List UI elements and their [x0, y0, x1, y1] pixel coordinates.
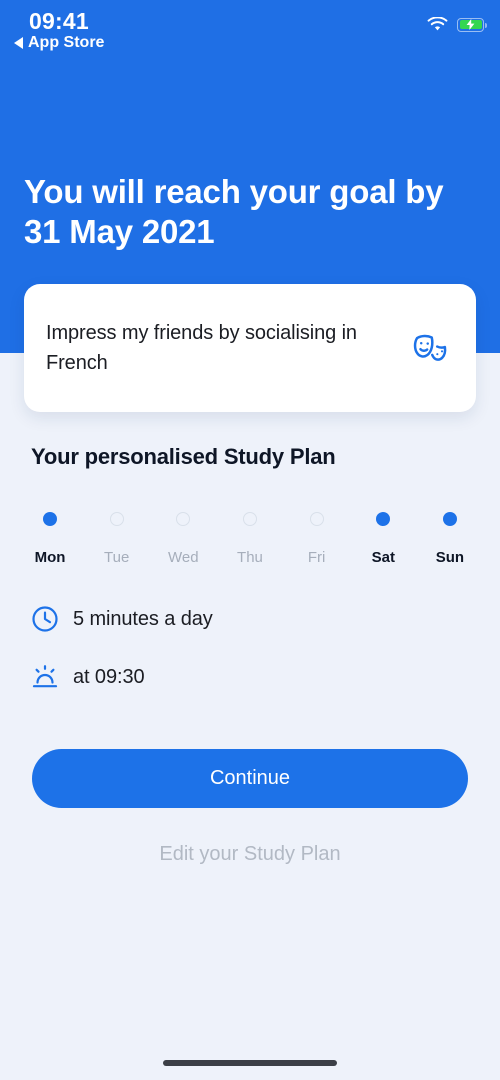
day-dot-filled [43, 512, 57, 526]
status-bar-time: 09:41 [29, 8, 89, 34]
edit-study-plan-link[interactable]: Edit your Study Plan [0, 843, 500, 866]
day-label: Sat [371, 549, 395, 566]
goal-card[interactable]: Impress my friends by socialising in Fre… [24, 284, 476, 412]
study-plan-title: Your personalised Study Plan [31, 444, 336, 469]
day-dot-filled [376, 512, 391, 526]
theater-masks-icon [413, 334, 447, 361]
status-bar: 09:41 App Store [0, 0, 500, 60]
day-label: Wed [168, 549, 199, 566]
study-time-text: at 09:30 [73, 665, 145, 688]
day-dot-filled [442, 512, 457, 526]
clock-icon [32, 606, 58, 632]
triangle-left-icon [14, 37, 23, 49]
day-toggle-mon[interactable]: Mon [24, 512, 76, 566]
day-dot-empty [309, 512, 324, 526]
day-toggle-sun[interactable]: Sun [424, 512, 476, 566]
day-toggle-fri[interactable]: Fri [291, 512, 343, 566]
study-duration-row[interactable]: 5 minutes a day [31, 605, 213, 633]
day-selector[interactable]: Mon Tue Wed Thu Fri Sat Sun [24, 512, 476, 566]
day-label: Thu [237, 549, 263, 566]
study-duration-text: 5 minutes a day [73, 607, 213, 630]
status-bar-indicators [427, 17, 487, 32]
day-dot-empty [176, 512, 191, 526]
wifi-icon [427, 17, 448, 31]
day-toggle-tue[interactable]: Tue [91, 512, 143, 566]
home-indicator [163, 1060, 337, 1066]
day-label: Tue [104, 549, 130, 566]
battery-charging-icon [457, 17, 487, 32]
day-dot-empty [109, 512, 124, 526]
day-label: Fri [307, 549, 326, 566]
goal-text: Impress my friends by socialising in Fre… [46, 322, 357, 374]
back-link-label: App Store [28, 34, 105, 51]
back-to-app-store-link[interactable]: App Store [14, 34, 104, 52]
page-title: You will reach your goal by 31 May 2021 [24, 173, 444, 250]
sunrise-icon [32, 665, 58, 688]
day-toggle-wed[interactable]: Wed [157, 512, 209, 566]
day-label: Sun [435, 549, 465, 566]
day-toggle-sat[interactable]: Sat [357, 512, 409, 566]
lightning-bolt-icon [466, 19, 475, 30]
day-dot-empty [242, 512, 257, 526]
study-time-row[interactable]: at 09:30 [31, 663, 145, 691]
continue-button[interactable]: Continue [32, 749, 468, 808]
day-label: Mon [34, 549, 66, 566]
day-toggle-thu[interactable]: Thu [224, 512, 276, 566]
